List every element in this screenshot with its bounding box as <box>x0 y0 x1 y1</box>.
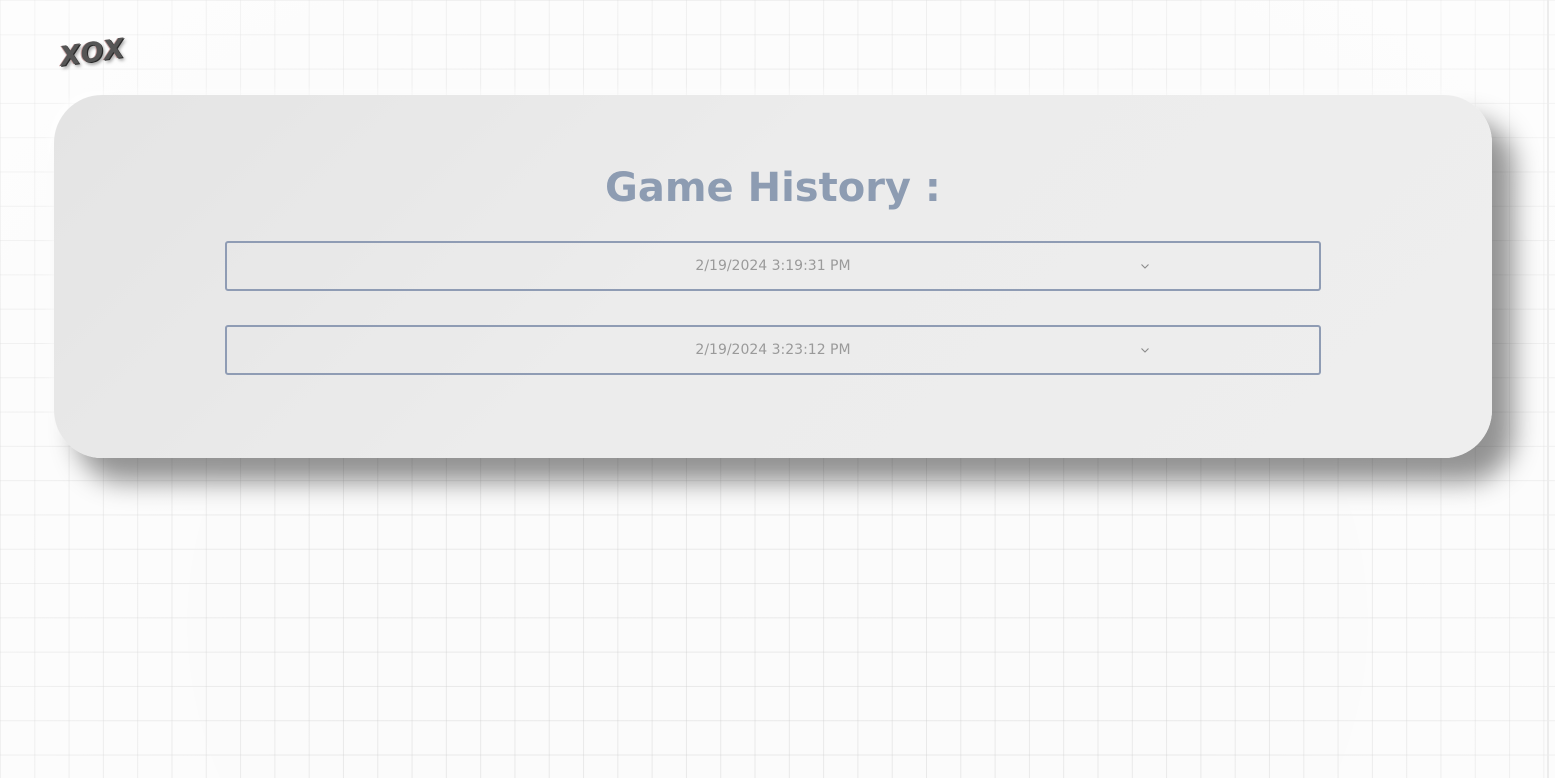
history-item-dropdown[interactable]: 2/19/2024 3:23:12 PM <box>225 325 1321 375</box>
history-item-date: 2/19/2024 3:19:31 PM <box>695 258 851 274</box>
history-item-date: 2/19/2024 3:23:12 PM <box>695 342 851 358</box>
chevron-down-icon <box>1141 264 1149 269</box>
page-title: Game History : <box>605 165 941 211</box>
window-edge <box>1547 0 1549 778</box>
history-item-dropdown[interactable]: 2/19/2024 3:19:31 PM <box>225 241 1321 291</box>
game-history-card: Game History : 2/19/2024 3:19:31 PM 2/19… <box>54 95 1492 458</box>
chevron-down-icon <box>1141 348 1149 353</box>
logo[interactable]: XOX <box>58 33 127 73</box>
